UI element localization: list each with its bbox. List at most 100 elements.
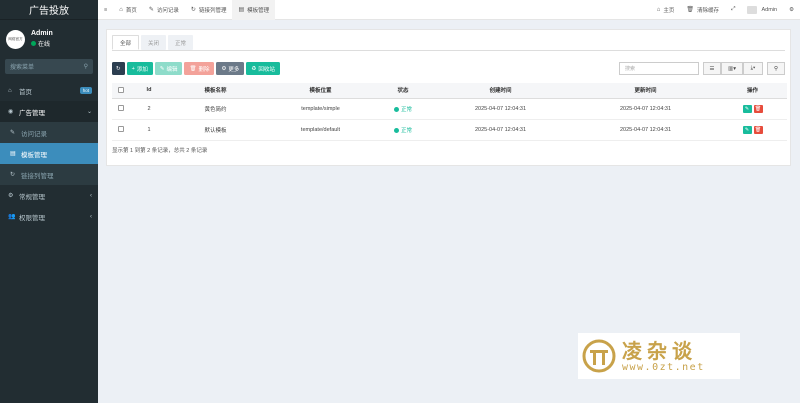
table-icon: ▤ — [238, 7, 245, 13]
hamburger-icon: ≡ — [104, 6, 108, 13]
search-icon: ⚲ — [773, 65, 779, 72]
watermark-url: www.0zt.net — [622, 361, 705, 373]
cell-path: template/default — [263, 119, 378, 141]
tab-templates[interactable]: ▤ 模板管理 — [232, 0, 276, 20]
sidebar-item-ads[interactable]: ◉ 广告管理 ⌄ — [0, 101, 98, 122]
add-button[interactable]: + 添加 — [126, 62, 153, 75]
col-id[interactable]: Id — [130, 83, 168, 99]
sidebar-item-visit-log[interactable]: ✎ 访问记录 — [0, 122, 98, 143]
cog-icon: ⚙ — [221, 65, 227, 72]
table-row[interactable]: 2 黄色简约 template/simple 正常 2025-04-07 12:… — [112, 98, 787, 120]
plus-icon: + — [131, 65, 135, 72]
col-created[interactable]: 创建时间 — [428, 83, 573, 99]
status-dot-icon — [393, 106, 399, 112]
advanced-search-button[interactable]: ⚲ — [767, 62, 785, 75]
tab-home[interactable]: ⌂ 首页 — [113, 0, 143, 20]
columns-button[interactable]: ▥▾ — [721, 62, 743, 75]
row-checkbox[interactable] — [118, 126, 124, 133]
status-badge: 正常 — [378, 119, 428, 141]
cell-id: 2 — [130, 98, 168, 120]
cell-name: 默认模板 — [168, 119, 263, 141]
refresh-icon: ↻ — [190, 7, 196, 13]
status-dot-icon — [393, 127, 399, 133]
tab-visit-log[interactable]: ✎ 访问记录 — [143, 0, 185, 20]
status-badge: 正常 — [378, 98, 428, 120]
table-icon: ▤ — [10, 151, 16, 157]
user-panel: 网络官方 Admin 在线 — [0, 24, 98, 54]
toolbar: ↻ + 添加 ✎ 编辑 🗑 删除 ⚙ 更多 ♻ 回收站 — [112, 62, 282, 75]
pencil-icon: ✎ — [10, 130, 16, 136]
template-table: Id 模板名称 模板位置 状态 创建时间 更新时间 操作 2 黄色简约 temp… — [112, 83, 787, 141]
online-dot-icon — [31, 41, 36, 46]
search-icon: ⚲ — [83, 64, 88, 70]
sidebar-item-general[interactable]: ⚙ 常规管理 ‹ — [0, 185, 98, 206]
expand-icon: ⤢ — [731, 6, 736, 12]
chevron-down-icon: ⌄ — [86, 109, 92, 115]
tab-normal[interactable]: 正常 — [168, 35, 194, 50]
homepage-link[interactable]: ⌂ 主页 — [651, 0, 681, 20]
avatar — [747, 5, 758, 14]
download-icon: ⤓▾ — [750, 65, 756, 71]
home-icon: ⌂ — [8, 87, 12, 94]
ads-icon: ◉ — [8, 109, 14, 115]
user-name: Admin — [31, 30, 53, 37]
sidebar-item-link-list[interactable]: ↻ 链接列管理 — [0, 164, 98, 185]
user-status: 在线 — [31, 39, 53, 48]
watermark: 凌杂谈 www.0zt.net — [578, 333, 740, 379]
more-button[interactable]: ⚙ 更多 — [216, 62, 245, 75]
col-name[interactable]: 模板名称 — [168, 83, 263, 99]
sidebar-item-permissions[interactable]: 👥 权限管理 ‹ — [0, 206, 98, 227]
tab-closed[interactable]: 关闭 — [141, 35, 167, 50]
table-header-row: Id 模板名称 模板位置 状态 创建时间 更新时间 操作 — [112, 83, 787, 99]
chevron-left-icon: ‹ — [90, 213, 92, 220]
toggle-view-button[interactable]: ☰ — [703, 62, 721, 75]
select-all-checkbox[interactable] — [118, 87, 124, 94]
cell-created: 2025-04-07 12:04:31 — [428, 98, 573, 120]
cogs-icon: ⚙ — [8, 193, 14, 199]
trash-icon: 🗑 — [189, 65, 197, 72]
tab-link-list[interactable]: ↻ 链接列管理 — [185, 0, 233, 20]
col-path[interactable]: 模板位置 — [263, 83, 378, 99]
row-delete-button[interactable]: 🗑 — [753, 125, 763, 134]
home-icon: ⌂ — [119, 6, 123, 13]
users-icon: 👥 — [8, 214, 16, 220]
app-logo[interactable]: 广告投放 — [0, 0, 98, 20]
col-updated[interactable]: 更新时间 — [573, 83, 718, 99]
list-icon: ☰ — [709, 65, 715, 72]
col-status[interactable]: 状态 — [378, 83, 428, 99]
cell-updated: 2025-04-07 12:04:31 — [573, 98, 718, 120]
pagination-info: 显示第 1 到第 2 条记录，总共 2 条记录 — [112, 148, 208, 154]
user-menu[interactable]: Admin — [741, 0, 783, 20]
table-row[interactable]: 1 默认模板 template/default 正常 2025-04-07 12… — [112, 119, 787, 141]
cell-updated: 2025-04-07 12:04:31 — [573, 119, 718, 141]
top-navbar: ≡ ⌂ 首页 ✎ 访问记录 ↻ 链接列管理 ▤ 模板管理 ⌂ 主页 🗑 清除缓存 ⤢ Adm… — [98, 0, 800, 20]
row-edit-button[interactable]: ✎ — [742, 104, 752, 113]
sidebar-search-input[interactable]: 搜索菜单 ⚲ — [5, 59, 93, 74]
filter-tabs: 全部 关闭 正常 — [112, 35, 195, 50]
row-checkbox[interactable] — [118, 105, 124, 112]
refresh-button[interactable]: ↻ — [112, 62, 125, 75]
delete-button[interactable]: 🗑 删除 — [184, 62, 215, 75]
settings-button[interactable]: ⚙ — [783, 0, 800, 20]
row-edit-button[interactable]: ✎ — [742, 125, 752, 134]
col-actions: 操作 — [718, 83, 787, 99]
tab-all[interactable]: 全部 — [112, 35, 140, 50]
cell-name: 黄色简约 — [168, 98, 263, 120]
recycle-bin-button[interactable]: ♻ 回收站 — [246, 62, 280, 75]
table-search-input[interactable]: 搜索 — [619, 62, 699, 75]
divider — [112, 50, 785, 51]
content-panel: 全部 关闭 正常 ↻ + 添加 ✎ 编辑 🗑 删除 ⚙ 更多 ♻ 回收站 搜索 ☰ ▥▾ … — [106, 29, 791, 166]
export-button[interactable]: ⤓▾ — [743, 62, 763, 75]
sidebar-item-home[interactable]: ⌂ 首页 hot — [0, 80, 98, 101]
watermark-logo-icon — [582, 339, 616, 373]
edit-button[interactable]: ✎ 编辑 — [154, 62, 183, 75]
refresh-icon: ↻ — [10, 172, 16, 178]
menu-toggle-button[interactable]: ≡ — [98, 0, 113, 20]
sidebar-item-templates[interactable]: ▤ 模板管理 — [0, 143, 98, 164]
fullscreen-button[interactable]: ⤢ — [725, 0, 741, 20]
clear-cache-button[interactable]: 🗑 清除缓存 — [680, 0, 725, 20]
pencil-icon: ✎ — [159, 65, 165, 72]
row-delete-button[interactable]: 🗑 — [753, 104, 763, 113]
avatar: 网络官方 — [6, 29, 25, 49]
home-icon: ⌂ — [656, 6, 661, 13]
